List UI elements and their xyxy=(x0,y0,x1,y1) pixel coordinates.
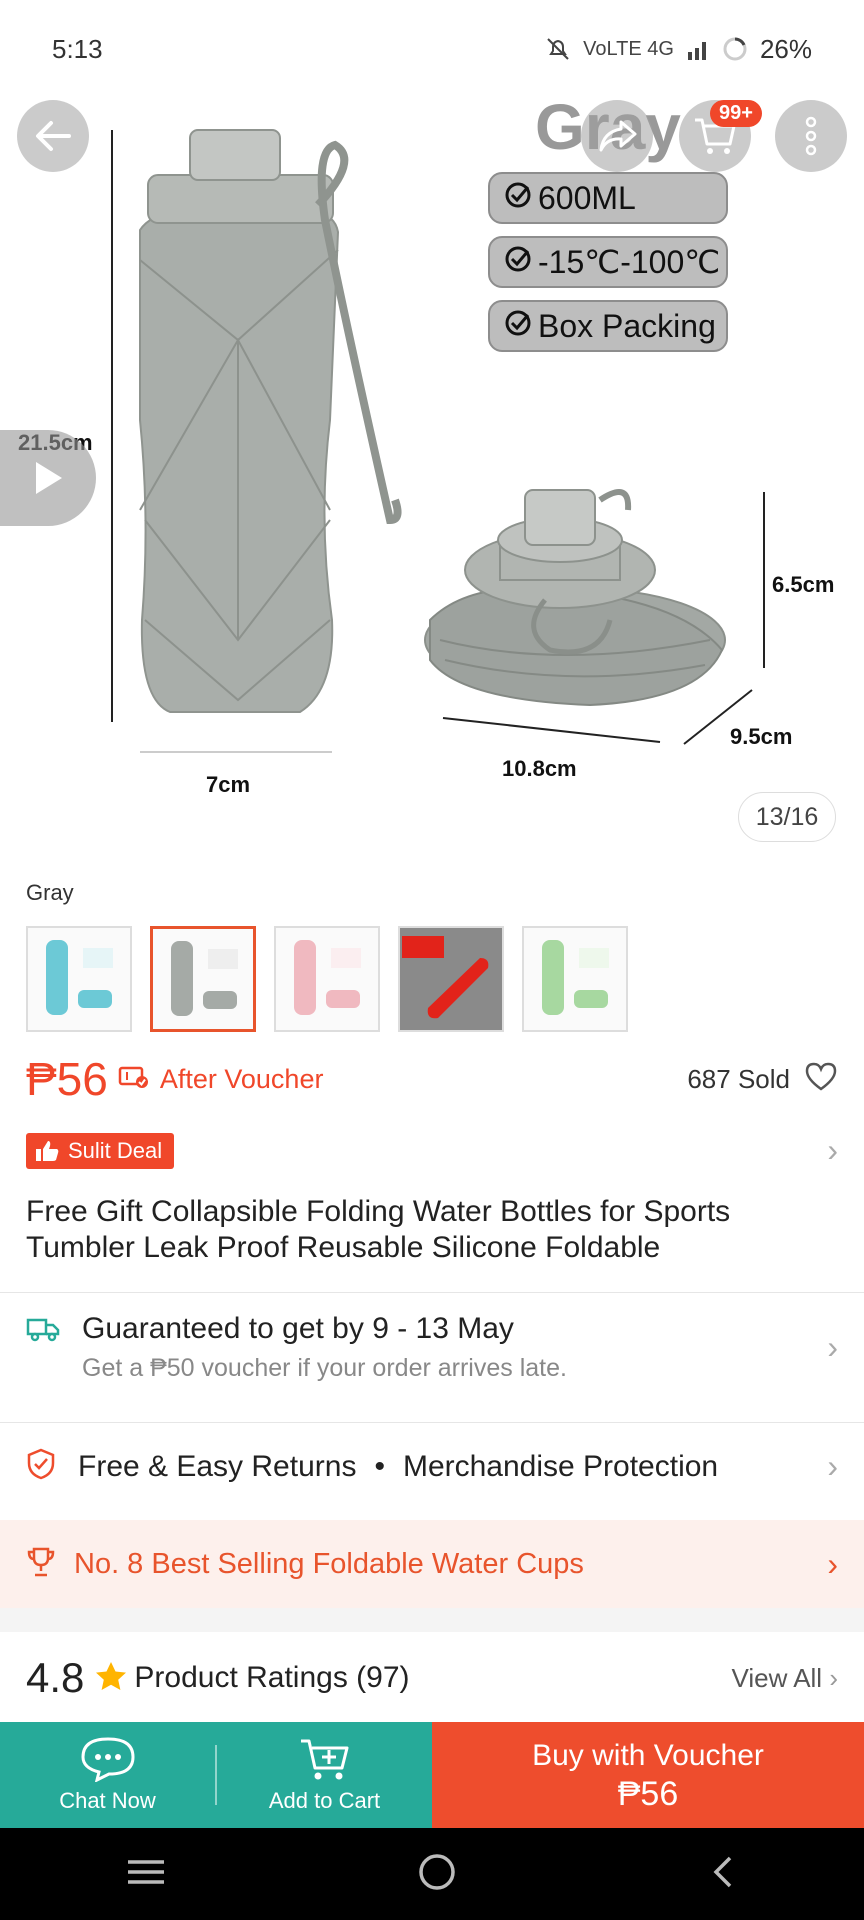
returns-protection-row[interactable]: Free & Easy Returns • Merchandise Protec… xyxy=(26,1448,838,1485)
feature-pill-packing: Box Packing xyxy=(488,300,728,352)
shield-check-icon xyxy=(26,1448,56,1485)
bottom-action-bar: Chat Now Add to Cart Buy with Voucher ₱5… xyxy=(0,1722,864,1828)
ratings-label: Product Ratings (97) xyxy=(134,1661,410,1694)
check-icon xyxy=(504,308,532,345)
home-circle-icon xyxy=(419,1853,455,1890)
bottle-thumbnail-image xyxy=(46,940,113,1015)
chevron-left-icon xyxy=(713,1856,732,1887)
check-icon xyxy=(504,180,532,217)
variant-thumb-gray[interactable] xyxy=(150,926,256,1032)
heart-icon xyxy=(805,1062,837,1091)
protection-text: Merchandise Protection xyxy=(402,1449,719,1483)
play-icon xyxy=(36,462,62,494)
variant-thumb-pink[interactable] xyxy=(274,926,380,1032)
variant-thumb-red[interactable] xyxy=(398,926,504,1032)
best-selling-banner[interactable]: No. 8 Best Selling Foldable Water Cups › xyxy=(0,1520,864,1608)
play-video-button[interactable] xyxy=(0,430,96,526)
shipping-voucher-note: Get a ₱50 voucher if your order arrives … xyxy=(82,1354,567,1382)
section-spacer xyxy=(0,1608,864,1632)
variant-thumb-blue[interactable] xyxy=(26,926,132,1032)
chevron-right-icon: › xyxy=(827,1545,838,1582)
trophy-icon xyxy=(26,1546,56,1583)
secondary-actions: Chat Now Add to Cart xyxy=(0,1722,432,1828)
feature-pill-temperature: -15℃-100℃ xyxy=(488,236,728,288)
product-title: Free Gift Collapsible Folding Water Bott… xyxy=(26,1195,731,1264)
divider xyxy=(0,1292,864,1293)
image-counter: 13/16 xyxy=(738,792,836,842)
chat-now-button[interactable]: Chat Now xyxy=(0,1736,215,1814)
like-button[interactable] xyxy=(804,1061,838,1098)
dimension-folded-height: 6.5cm xyxy=(772,572,835,597)
add-to-cart-button[interactable]: Add to Cart xyxy=(217,1736,432,1814)
network-indicators: VoLTE 4G xyxy=(583,37,674,60)
truck-icon xyxy=(26,1316,60,1347)
selected-variant-label: Gray xyxy=(26,880,74,905)
bullet-separator: • xyxy=(374,1449,385,1483)
share-icon xyxy=(599,120,637,152)
add-cart-icon xyxy=(300,1739,348,1780)
check-icon xyxy=(504,244,532,281)
variant-thumb-green[interactable] xyxy=(522,926,628,1032)
bottle-thumbnail-image xyxy=(294,940,361,1015)
bottle-thumbnail-image xyxy=(542,940,609,1015)
home-button[interactable] xyxy=(417,1852,457,1897)
bottle-thumbnail-image xyxy=(400,928,502,1030)
sold-count: 687 Sold xyxy=(687,1063,790,1094)
more-options-button[interactable] xyxy=(775,100,847,172)
chevron-right-icon: › xyxy=(829,1662,838,1693)
ratings-row: 4.8 Product Ratings (97) View All › xyxy=(26,1654,838,1702)
status-time: 5:13 xyxy=(52,33,103,64)
feature-pill-capacity: 600ML xyxy=(488,172,728,224)
back-button[interactable] xyxy=(17,100,89,172)
view-all-ratings-link[interactable]: View All › xyxy=(732,1663,838,1694)
battery-ring-icon xyxy=(723,37,747,61)
battery-percent: 26% xyxy=(759,33,812,64)
chat-bubble-icon xyxy=(80,1737,135,1782)
cart-count-badge: 99+ xyxy=(710,100,762,127)
buy-with-voucher-button[interactable]: Buy with Voucher ₱56 xyxy=(432,1722,864,1828)
voucher-icon xyxy=(118,1064,150,1095)
chevron-right-icon: › xyxy=(827,1132,838,1168)
price-amount: ₱56 xyxy=(26,1053,108,1105)
price-row: ₱56 After Voucher 687 Sold xyxy=(26,1052,838,1106)
system-navigation-bar xyxy=(0,1828,864,1920)
status-bar: 5:13 VoLTE 4G 26% xyxy=(0,0,864,98)
dimension-folded-length: 10.8cm xyxy=(502,756,577,781)
sulit-deal-row[interactable]: Sulit Deal › xyxy=(26,1132,838,1169)
sold-and-like: 687 Sold xyxy=(687,1061,838,1098)
returns-text: Free & Easy Returns xyxy=(78,1449,357,1483)
dimension-width: 7cm xyxy=(206,772,251,797)
after-voucher-label: After Voucher xyxy=(159,1063,324,1094)
mute-icon xyxy=(547,38,569,60)
system-back-button[interactable] xyxy=(708,1854,738,1895)
recent-apps-button[interactable] xyxy=(126,1856,166,1893)
variant-thumbnails xyxy=(26,926,628,1032)
rating-score: 4.8 xyxy=(26,1654,85,1701)
more-vertical-icon xyxy=(805,116,817,156)
chevron-right-icon: › xyxy=(827,1448,838,1484)
bottle-thumbnail-image xyxy=(171,941,238,1016)
menu-lines-icon xyxy=(127,1859,164,1884)
dimension-folded-depth: 9.5cm xyxy=(730,724,793,749)
share-button[interactable] xyxy=(581,100,653,172)
thumbs-up-icon xyxy=(36,1140,59,1161)
shipping-guarantee-row[interactable]: Guaranteed to get by 9 - 13 May Get a ₱5… xyxy=(26,1312,838,1383)
best-selling-text: No. 8 Best Selling Foldable Water Cups xyxy=(74,1547,584,1580)
signal-icon xyxy=(687,42,706,60)
star-icon xyxy=(94,1660,128,1697)
divider xyxy=(0,1422,864,1423)
arrow-left-icon xyxy=(36,121,71,151)
sulit-deal-badge: Sulit Deal xyxy=(26,1132,175,1169)
product-image-carousel[interactable]: Gray 600ML -15℃-100℃ Box Packing 21.5cm … xyxy=(0,0,864,850)
chevron-right-icon: › xyxy=(827,1329,838,1365)
shipping-guarantee-text: Guaranteed to get by 9 - 13 May xyxy=(82,1312,514,1345)
